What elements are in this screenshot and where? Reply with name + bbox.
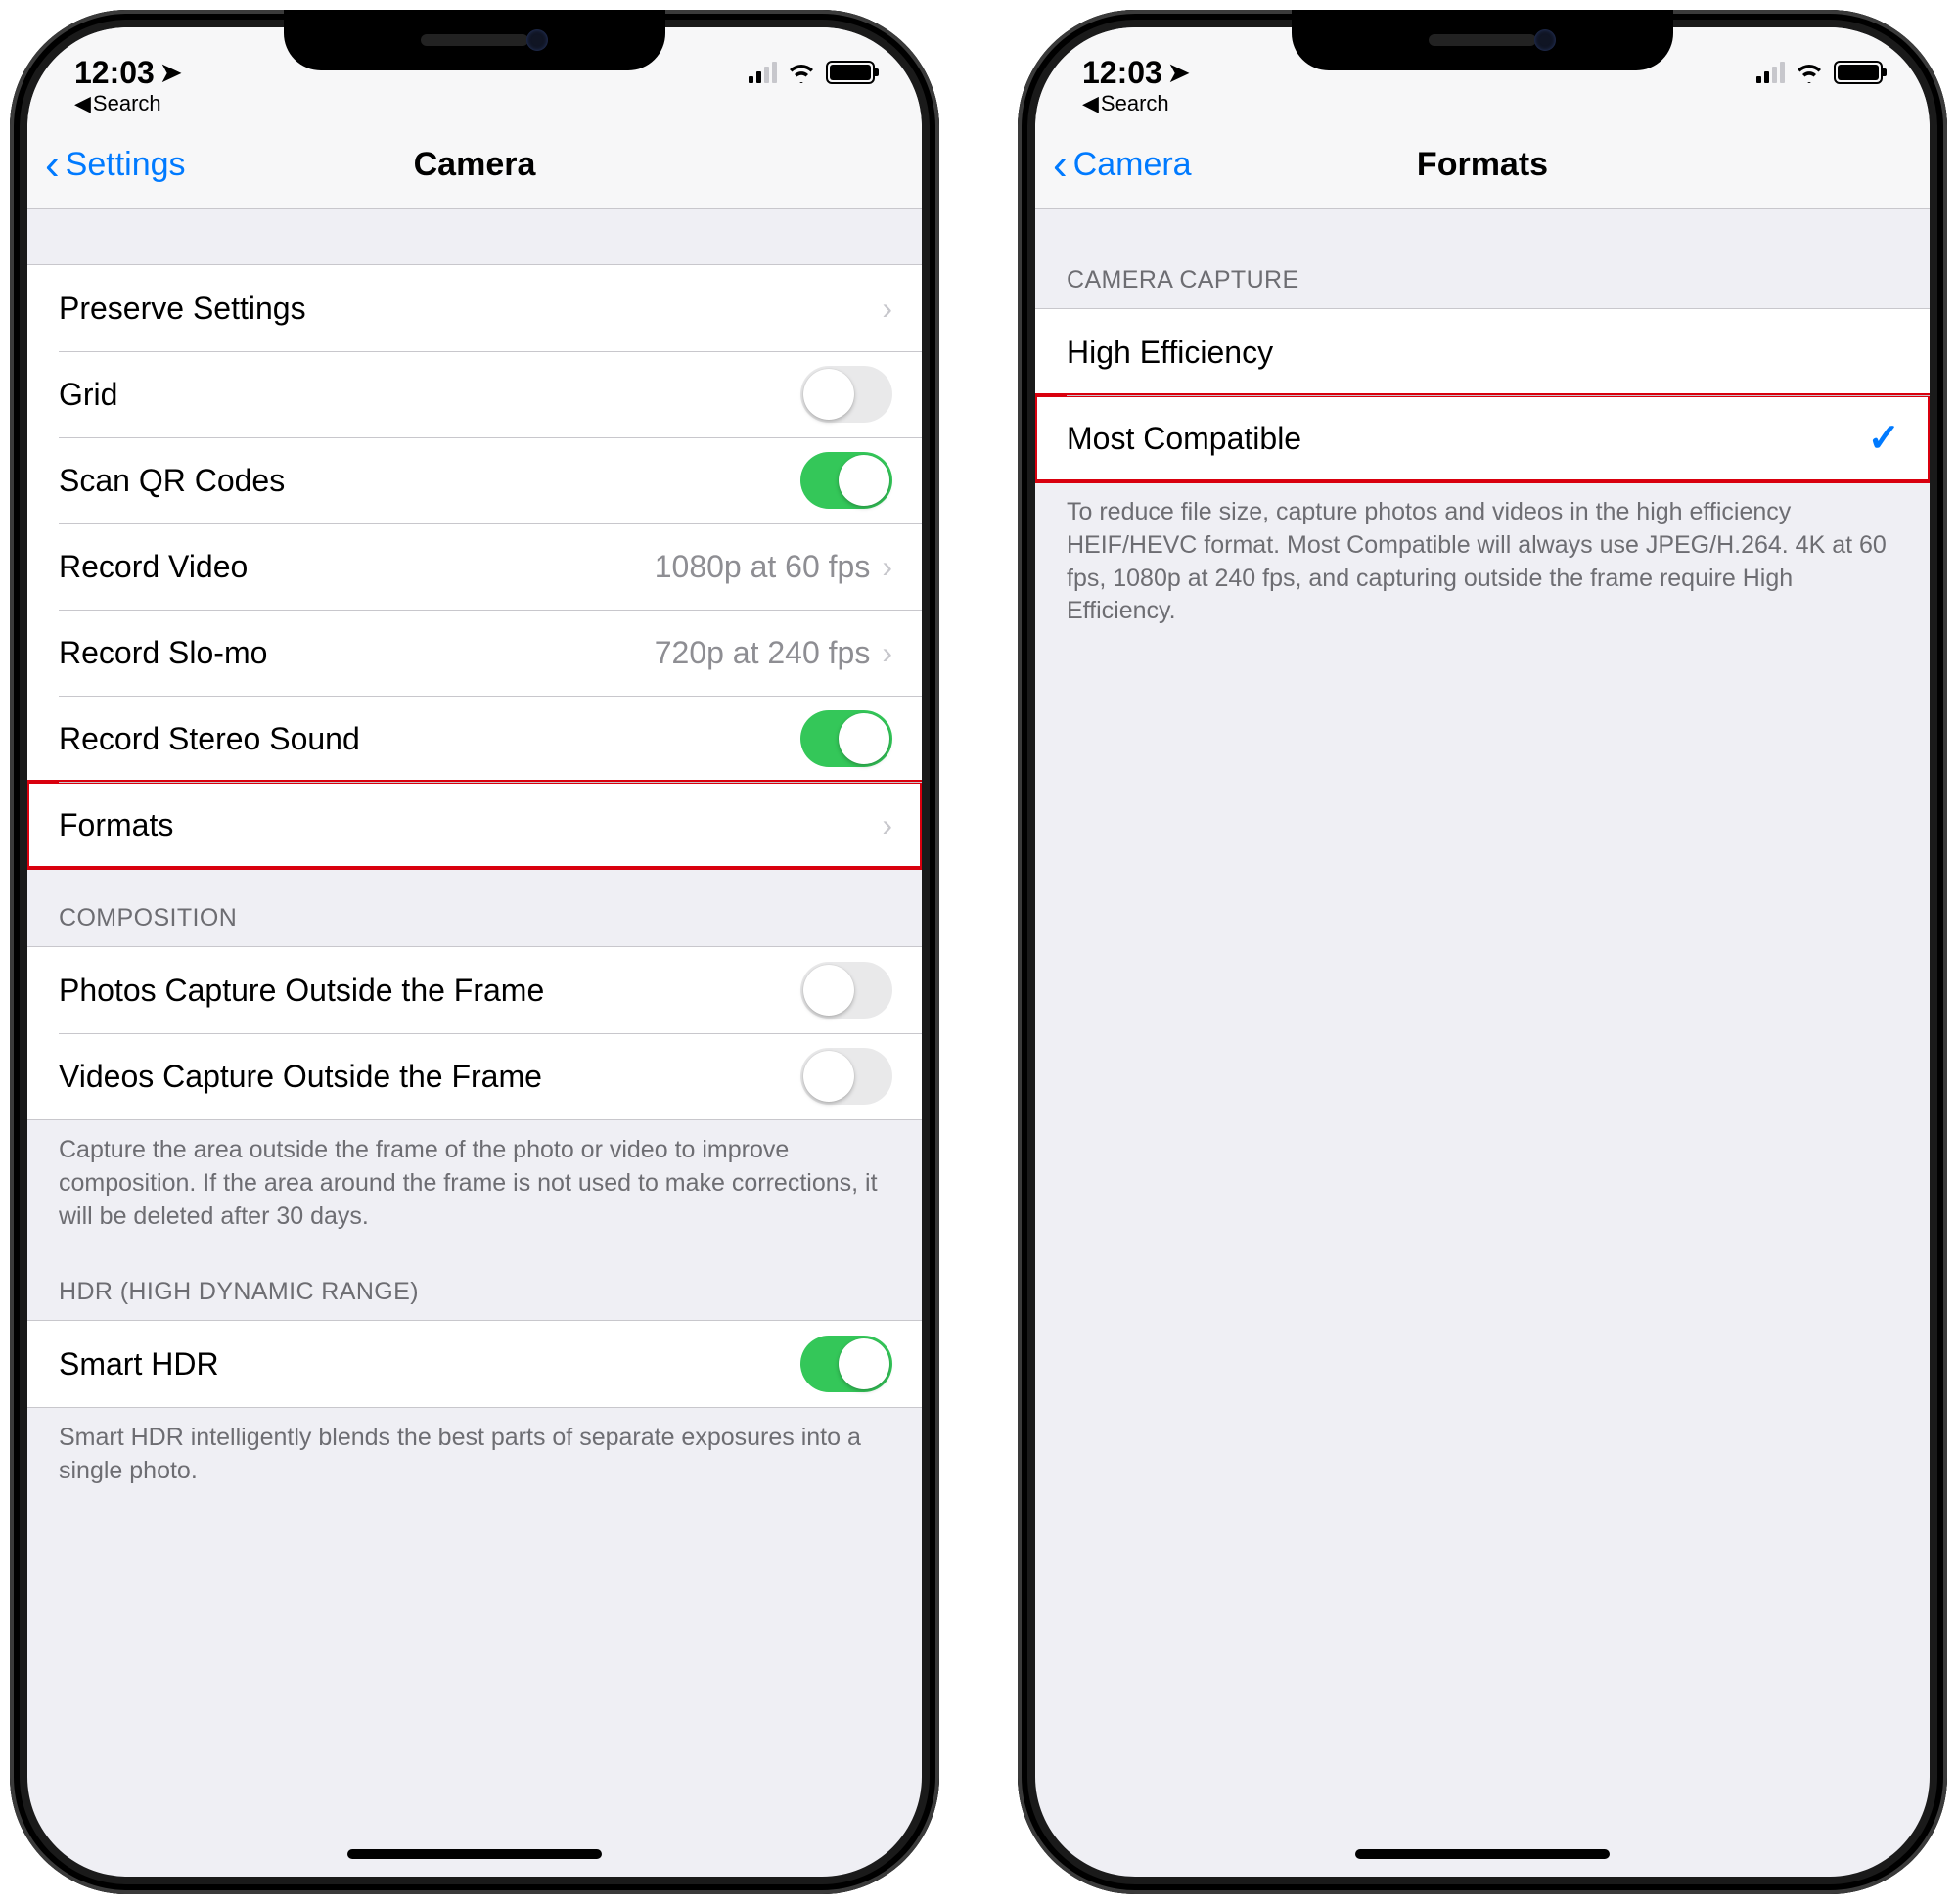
breadcrumb-back-app[interactable]: ◀ Search xyxy=(1082,91,1169,116)
screen-left: 12:03 ➤ ◀ Search ‹ Settings xyxy=(27,27,922,1877)
row-detail: 1080p at 60 fps xyxy=(655,549,883,585)
wifi-icon xyxy=(787,62,816,83)
row-label: Record Stereo Sound xyxy=(59,721,800,757)
group-footer-hdr: Smart HDR intelligently blends the best … xyxy=(27,1408,922,1498)
status-time: 12:03 ➤ xyxy=(1082,55,1190,91)
group-header-composition: COMPOSITION xyxy=(27,869,922,946)
checkmark-icon: ✓ xyxy=(1867,416,1900,461)
row-detail: 720p at 240 fps xyxy=(655,635,883,671)
group-footer-composition: Capture the area outside the frame of th… xyxy=(27,1120,922,1243)
phone-frame-left: 12:03 ➤ ◀ Search ‹ Settings xyxy=(10,10,939,1894)
back-app-label: Search xyxy=(93,91,161,116)
videos-outside-toggle[interactable] xyxy=(800,1048,892,1105)
row-label: Preserve Settings xyxy=(59,291,882,327)
settings-content[interactable]: Preserve Settings › Grid Scan QR Codes R… xyxy=(27,209,922,1877)
nav-bar: ‹ Camera Formats xyxy=(1035,121,1930,209)
row-videos-outside-frame[interactable]: Videos Capture Outside the Frame xyxy=(27,1033,922,1119)
battery-icon xyxy=(826,61,875,84)
row-photos-outside-frame[interactable]: Photos Capture Outside the Frame xyxy=(27,947,922,1033)
stereo-toggle[interactable] xyxy=(800,710,892,767)
row-record-video[interactable]: Record Video 1080p at 60 fps › xyxy=(27,523,922,610)
row-preserve-settings[interactable]: Preserve Settings › xyxy=(27,265,922,351)
photos-outside-toggle[interactable] xyxy=(800,962,892,1019)
row-label: Photos Capture Outside the Frame xyxy=(59,973,800,1009)
settings-group-main: Preserve Settings › Grid Scan QR Codes R… xyxy=(27,264,922,869)
row-most-compatible[interactable]: Most Compatible ✓ xyxy=(1035,395,1930,481)
row-record-stereo[interactable]: Record Stereo Sound xyxy=(27,696,922,782)
row-label: Smart HDR xyxy=(59,1346,800,1383)
home-indicator[interactable] xyxy=(1355,1849,1610,1859)
grid-toggle[interactable] xyxy=(800,366,892,423)
row-scan-qr[interactable]: Scan QR Codes xyxy=(27,437,922,523)
front-camera xyxy=(1534,29,1556,51)
battery-icon xyxy=(1834,61,1883,84)
group-footer-formats: To reduce file size, capture photos and … xyxy=(1035,482,1930,638)
nav-bar: ‹ Settings Camera xyxy=(27,121,922,209)
row-formats[interactable]: Formats › xyxy=(27,782,922,868)
row-grid[interactable]: Grid xyxy=(27,351,922,437)
chevron-right-icon: › xyxy=(882,635,892,671)
location-icon: ➤ xyxy=(1168,58,1190,88)
speaker-grille xyxy=(1429,34,1536,46)
row-smart-hdr[interactable]: Smart HDR xyxy=(27,1321,922,1407)
front-camera xyxy=(526,29,548,51)
nav-back-button[interactable]: ‹ Camera xyxy=(1035,144,1192,187)
row-label: Record Slo-mo xyxy=(59,635,655,671)
location-icon: ➤ xyxy=(160,58,182,88)
cellular-icon xyxy=(1756,62,1785,83)
wifi-icon xyxy=(1795,62,1824,83)
home-indicator[interactable] xyxy=(347,1849,602,1859)
settings-group-hdr: Smart HDR xyxy=(27,1320,922,1408)
chevron-right-icon: › xyxy=(882,291,892,327)
smart-hdr-toggle[interactable] xyxy=(800,1336,892,1392)
chevron-right-icon: › xyxy=(882,549,892,585)
row-label: Grid xyxy=(59,377,800,413)
breadcrumb-back-app[interactable]: ◀ Search xyxy=(74,91,161,116)
phone-frame-right: 12:03 ➤ ◀ Search ‹ Camera Fo xyxy=(1018,10,1947,1894)
back-triangle-icon: ◀ xyxy=(1082,91,1099,116)
chevron-left-icon: ‹ xyxy=(45,144,60,187)
nav-back-label: Camera xyxy=(1073,146,1192,184)
cellular-icon xyxy=(749,62,777,83)
screen-right: 12:03 ➤ ◀ Search ‹ Camera Fo xyxy=(1035,27,1930,1877)
nav-back-button[interactable]: ‹ Settings xyxy=(27,144,186,187)
scan-qr-toggle[interactable] xyxy=(800,452,892,509)
back-app-label: Search xyxy=(1101,91,1169,116)
row-label: Record Video xyxy=(59,549,655,585)
formats-group: High Efficiency Most Compatible ✓ xyxy=(1035,308,1930,482)
row-record-slomo[interactable]: Record Slo-mo 720p at 240 fps › xyxy=(27,610,922,696)
back-triangle-icon: ◀ xyxy=(74,91,91,116)
row-label: Scan QR Codes xyxy=(59,463,800,499)
time-text: 12:03 xyxy=(74,55,155,91)
time-text: 12:03 xyxy=(1082,55,1162,91)
status-time: 12:03 ➤ xyxy=(74,55,182,91)
notch xyxy=(284,10,665,70)
notch xyxy=(1292,10,1673,70)
speaker-grille xyxy=(421,34,528,46)
row-high-efficiency[interactable]: High Efficiency xyxy=(1035,309,1930,395)
settings-group-composition: Photos Capture Outside the Frame Videos … xyxy=(27,946,922,1120)
group-header-hdr: HDR (HIGH DYNAMIC RANGE) xyxy=(27,1243,922,1320)
formats-content[interactable]: CAMERA CAPTURE High Efficiency Most Comp… xyxy=(1035,209,1930,1877)
row-label: Formats xyxy=(59,807,882,843)
chevron-right-icon: › xyxy=(882,807,892,843)
row-label: Most Compatible xyxy=(1067,421,1867,457)
chevron-left-icon: ‹ xyxy=(1053,144,1068,187)
nav-back-label: Settings xyxy=(66,146,186,184)
row-label: Videos Capture Outside the Frame xyxy=(59,1059,800,1095)
group-header-camera-capture: CAMERA CAPTURE xyxy=(1035,209,1930,308)
row-label: High Efficiency xyxy=(1067,335,1900,371)
